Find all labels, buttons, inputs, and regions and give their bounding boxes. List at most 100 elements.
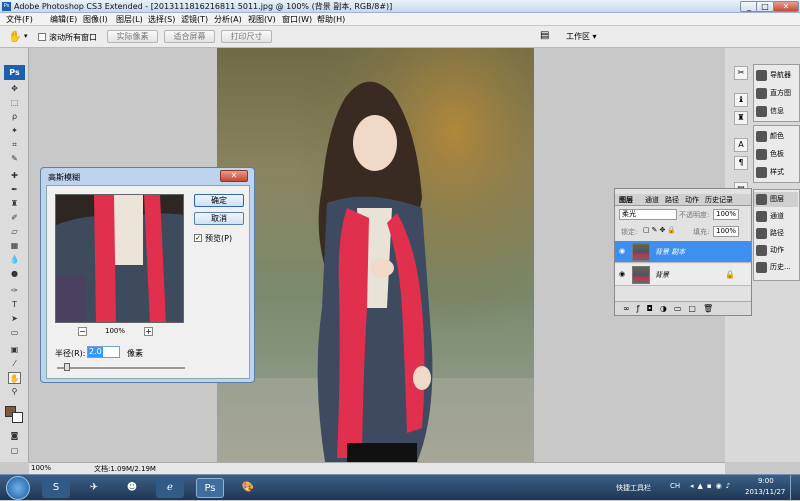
dialog-close-button[interactable]: ✕: [220, 170, 248, 182]
cancel-button[interactable]: 取消: [194, 212, 244, 225]
tab-layers[interactable]: 图层: [619, 195, 633, 205]
bird-app-icon[interactable]: ✈: [80, 478, 108, 498]
fill-field[interactable]: 100%: [713, 226, 739, 237]
trash-icon[interactable]: 🗑: [703, 304, 720, 313]
menu-image[interactable]: 图像(I): [83, 14, 108, 25]
color-panel-button[interactable]: 颜色: [754, 129, 798, 144]
hand-tool-icon-selected[interactable]: ✋: [8, 372, 21, 384]
paragraph-dock-icon[interactable]: ¶: [734, 156, 748, 170]
preview-checkbox[interactable]: ✓: [194, 234, 202, 242]
character-dock-icon[interactable]: A: [734, 138, 748, 152]
clone-dock-icon[interactable]: ♜: [734, 111, 748, 125]
zoom-in-button[interactable]: +: [144, 327, 153, 336]
dodge-tool-icon[interactable]: ●: [8, 268, 21, 280]
maximize-button[interactable]: □: [756, 1, 774, 12]
zoom-out-button[interactable]: −: [78, 327, 87, 336]
shape-tool-icon[interactable]: ▭: [8, 327, 21, 339]
menu-layer[interactable]: 图层(L): [116, 14, 143, 25]
photoshop-taskbar-icon[interactable]: Ps: [196, 478, 224, 498]
history-panel-button[interactable]: 历史...: [754, 260, 798, 275]
lasso-tool-icon[interactable]: ρ: [8, 111, 21, 123]
background-color-swatch[interactable]: [12, 412, 23, 423]
path-selection-tool-icon[interactable]: ➤: [8, 313, 21, 325]
status-zoom[interactable]: 100%: [31, 464, 51, 472]
mask-icon[interactable]: ◘: [647, 304, 660, 313]
clock-time[interactable]: 9:00: [758, 477, 774, 485]
tab-history[interactable]: 历史记录: [705, 195, 733, 205]
status-doc-size[interactable]: 文档:1.09M/2.19M: [94, 464, 156, 474]
menu-file[interactable]: 文件(F): [6, 14, 33, 25]
print-size-button[interactable]: 打印尺寸: [221, 30, 272, 43]
menu-edit[interactable]: 编辑(E): [50, 14, 77, 25]
styles-panel-button[interactable]: 样式: [754, 165, 798, 180]
layer-row-background[interactable]: ◉ 背景 🔒: [615, 264, 751, 286]
channels-panel-button[interactable]: 通道: [754, 209, 798, 224]
tab-actions[interactable]: 动作: [685, 195, 699, 205]
paths-panel-button[interactable]: 路径: [754, 226, 798, 241]
actual-pixels-button[interactable]: 实际像素: [107, 30, 158, 43]
ime-indicator[interactable]: CH: [670, 482, 680, 490]
tool-preset-arrow-icon[interactable]: ▾: [24, 32, 28, 40]
actions-panel-button[interactable]: 动作: [754, 243, 798, 258]
document-image[interactable]: [217, 48, 534, 462]
qq-app-icon[interactable]: ☻: [118, 478, 146, 498]
menu-filter[interactable]: 滤镜(T): [181, 14, 208, 25]
brush-tool-icon[interactable]: ✒: [8, 184, 21, 196]
quick-mask-icon[interactable]: ◙: [8, 430, 21, 442]
blur-tool-icon[interactable]: 💧: [8, 254, 21, 266]
start-button[interactable]: [6, 476, 30, 500]
notes-tool-icon[interactable]: ▣: [8, 344, 21, 356]
tab-channels[interactable]: 通道: [645, 195, 659, 205]
tray-icons[interactable]: ◂▲▪◉♪: [690, 482, 734, 490]
swatches-panel-button[interactable]: 色板: [754, 147, 798, 162]
navigator-panel-button[interactable]: 导航器: [754, 68, 798, 83]
show-desktop-button[interactable]: [790, 475, 800, 501]
clone-stamp-tool-icon[interactable]: ♜: [8, 198, 21, 210]
move-tool-icon[interactable]: ✥: [8, 83, 21, 95]
blend-mode-select[interactable]: 柔光: [619, 209, 677, 220]
layers-panel-button[interactable]: 图层: [754, 192, 798, 207]
folder-icon[interactable]: ▭: [674, 304, 689, 313]
slice-tool-icon[interactable]: ✎: [8, 153, 21, 165]
zoom-tool-icon[interactable]: ⚲: [8, 386, 21, 398]
workspace-menu[interactable]: 工作区 ▾: [566, 31, 597, 42]
link-icon[interactable]: ∞: [623, 304, 637, 313]
document-icon[interactable]: ▤: [540, 30, 549, 41]
adjustment-icon[interactable]: ◑: [660, 304, 674, 313]
menu-help[interactable]: 帮助(H): [317, 14, 345, 25]
menu-analysis[interactable]: 分析(A): [214, 14, 242, 25]
menu-window[interactable]: 窗口(W): [282, 14, 312, 25]
eyedropper-tool-icon[interactable]: ⁄: [8, 358, 21, 370]
marquee-tool-icon[interactable]: ⬚: [8, 97, 21, 109]
clock-date[interactable]: 2013/11/27: [745, 488, 785, 496]
menu-view[interactable]: 视图(V): [248, 14, 276, 25]
gradient-tool-icon[interactable]: ▦: [8, 240, 21, 252]
fit-screen-button[interactable]: 适合屏幕: [164, 30, 215, 43]
radius-slider-thumb[interactable]: [64, 363, 70, 371]
lock-options-icon[interactable]: ▢✎✥🔒: [643, 226, 678, 234]
navigator-dock-icon[interactable]: ✂: [734, 66, 748, 80]
blur-preview[interactable]: [55, 194, 184, 323]
quicklaunch-label[interactable]: 快捷工具栏: [616, 483, 651, 493]
info-panel-button[interactable]: 信息: [754, 104, 798, 119]
menu-select[interactable]: 选择(S): [148, 14, 175, 25]
paint-app-icon[interactable]: 🎨: [234, 478, 262, 498]
crop-tool-icon[interactable]: ⌗: [8, 139, 21, 151]
ie-app-icon[interactable]: ℯ: [156, 478, 184, 498]
scroll-all-checkbox[interactable]: [38, 33, 46, 41]
fx-icon[interactable]: ƒ: [637, 304, 647, 313]
brush-dock-icon[interactable]: ♝: [734, 93, 748, 107]
new-layer-icon[interactable]: ▢: [688, 304, 703, 313]
eye-icon[interactable]: ◉: [619, 247, 628, 256]
sogou-app-icon[interactable]: S: [42, 478, 70, 498]
magic-wand-tool-icon[interactable]: ✦: [8, 125, 21, 137]
histogram-panel-button[interactable]: 直方图: [754, 86, 798, 101]
history-brush-tool-icon[interactable]: ✐: [8, 212, 21, 224]
hand-tool-icon[interactable]: ✋: [8, 30, 22, 43]
healing-brush-tool-icon[interactable]: ✚: [8, 170, 21, 182]
radius-slider-track[interactable]: [57, 367, 185, 369]
eye-icon[interactable]: ◉: [619, 270, 628, 279]
eraser-tool-icon[interactable]: ▱: [8, 226, 21, 238]
layer-row-background-copy[interactable]: ◉ 背景 副本: [615, 241, 751, 263]
ok-button[interactable]: 确定: [194, 194, 244, 207]
